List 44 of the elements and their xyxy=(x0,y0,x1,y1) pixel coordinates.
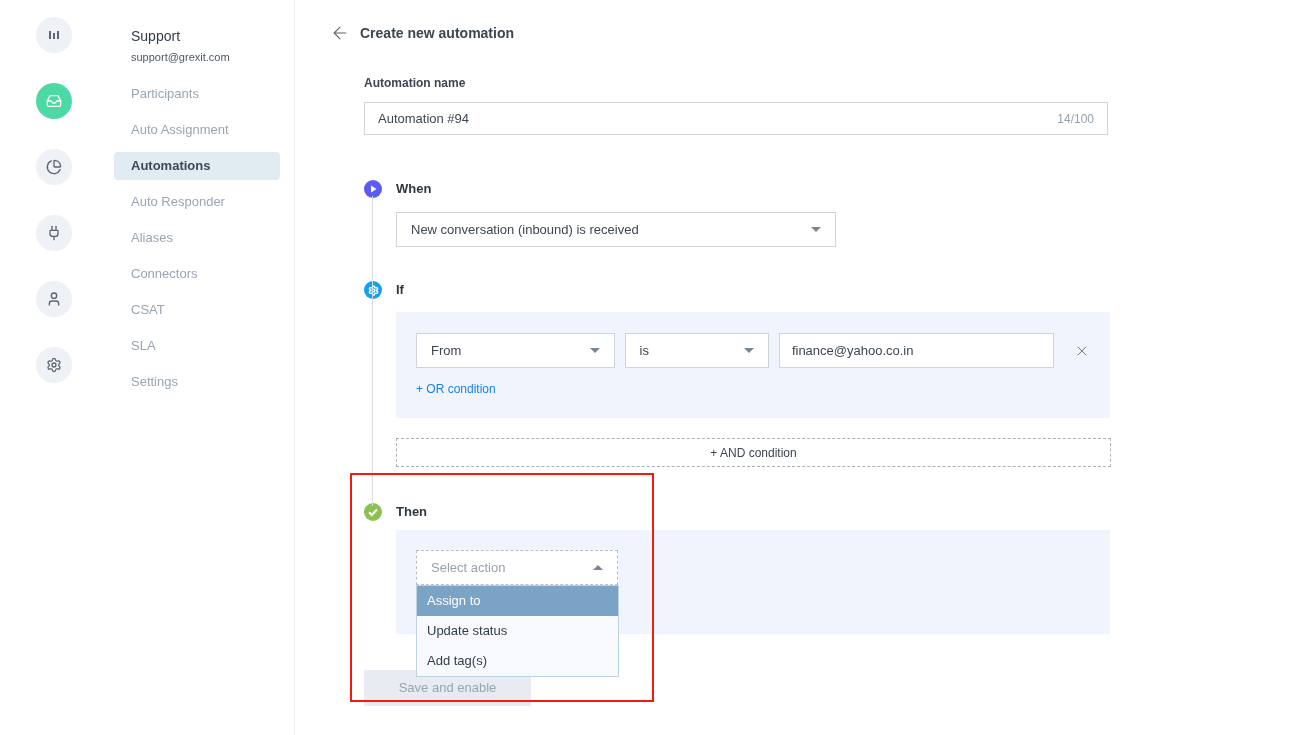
and-condition-button[interactable]: + AND condition xyxy=(396,438,1111,467)
user-icon xyxy=(46,291,62,307)
operator-select[interactable]: is xyxy=(624,333,769,368)
plug-icon xyxy=(46,225,62,241)
bar-chart-icon xyxy=(47,28,61,42)
rail-button[interactable] xyxy=(36,215,72,251)
account-name: Support xyxy=(131,27,182,46)
pie-chart-icon xyxy=(46,159,62,175)
rail-button[interactable] xyxy=(36,17,72,53)
caret-icon xyxy=(593,565,603,570)
play-icon xyxy=(364,180,382,198)
rail-button[interactable] xyxy=(36,347,72,383)
nav-item[interactable]: Participants xyxy=(114,80,280,108)
inbox-icon xyxy=(46,93,62,109)
nav-item[interactable]: SLA xyxy=(114,332,280,360)
nav-item[interactable]: Settings xyxy=(114,368,280,396)
automation-name-field[interactable]: Automation #94 14/100 xyxy=(364,102,1108,135)
nav-item[interactable]: Auto Assignment xyxy=(114,116,280,144)
action-select[interactable]: Select action xyxy=(416,550,618,585)
step-title: When xyxy=(396,180,432,199)
nav-item[interactable]: Aliases xyxy=(114,224,280,252)
menu-option[interactable]: Update status xyxy=(417,616,618,646)
caret-icon xyxy=(811,227,821,232)
rail-button[interactable] xyxy=(36,149,72,185)
or-condition-link[interactable]: + OR condition xyxy=(416,380,496,398)
step-title: If xyxy=(396,281,404,300)
check-icon xyxy=(364,503,382,521)
nav-item[interactable]: Automations xyxy=(114,152,280,180)
menu-option[interactable]: Assign to xyxy=(417,586,618,616)
character-counter: 14/100 xyxy=(1057,110,1094,128)
nav-item[interactable]: Connectors xyxy=(114,260,280,288)
nav-item[interactable]: Auto Responder xyxy=(114,188,280,216)
settings-icon xyxy=(46,357,62,373)
caret-icon xyxy=(743,348,754,353)
nav-item[interactable]: CSAT xyxy=(114,296,280,324)
value-field[interactable]: finance@yahoo.co.in xyxy=(778,333,1055,368)
step-title: Then xyxy=(396,503,428,522)
account-email: support@grexit.com xyxy=(131,50,231,65)
trigger-select[interactable]: New conversation (inbound) is received xyxy=(396,212,836,247)
page-title: Create new automation xyxy=(360,23,515,43)
field-label: Automation name xyxy=(364,75,467,92)
rail-button[interactable] xyxy=(36,281,72,317)
field-select[interactable]: From xyxy=(416,333,615,368)
caret-icon xyxy=(589,348,600,353)
